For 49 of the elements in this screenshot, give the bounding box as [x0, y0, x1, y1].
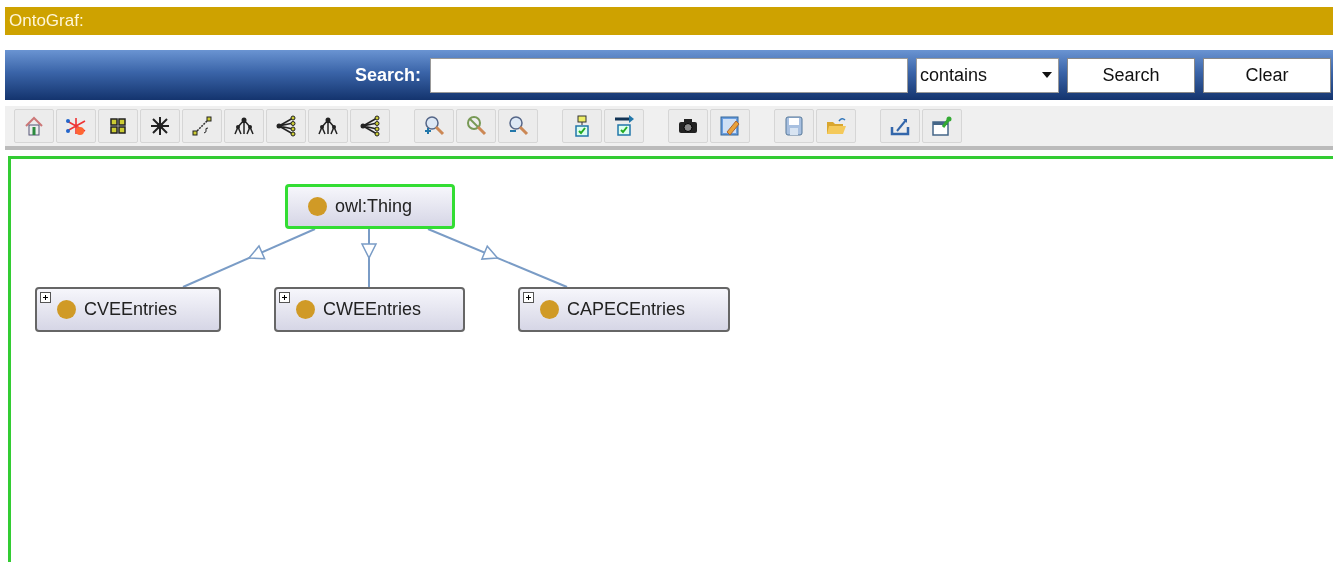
expand-icon[interactable] — [40, 292, 51, 303]
class-node[interactable]: CAPECEntries — [518, 287, 730, 332]
sideways-tree-icon — [275, 115, 297, 137]
class-dot-icon — [308, 197, 327, 216]
edit-icon — [719, 115, 741, 137]
class-dot-icon — [296, 300, 315, 319]
inheritance-edge — [360, 228, 378, 288]
class-label: CWEEntries — [323, 299, 421, 320]
match-dropdown[interactable]: contains — [916, 57, 1059, 93]
home-icon — [23, 115, 45, 137]
class-dot-icon — [57, 300, 76, 319]
toolbar-button[interactable] — [604, 109, 644, 143]
search-label: Search: — [353, 64, 421, 86]
class-label: CVEEntries — [84, 299, 178, 320]
diagonal-link-icon — [191, 115, 213, 137]
class-node[interactable]: CWEEntries — [274, 287, 465, 332]
caret-icon — [1042, 72, 1052, 78]
toolbar-button[interactable] — [140, 109, 180, 143]
window-title: OntoGraf: — [8, 10, 84, 32]
class-label: CAPECEntries — [567, 299, 686, 320]
toolbar-button[interactable] — [266, 109, 306, 143]
toolbar-button[interactable] — [350, 109, 390, 143]
toolbar-button[interactable] — [308, 109, 348, 143]
class-dot-icon — [540, 300, 559, 319]
expand-icon[interactable] — [523, 292, 534, 303]
class-node[interactable]: CVEEntries — [35, 287, 221, 332]
class-node[interactable]: owl:Thing — [285, 184, 455, 229]
zoom-reset-icon — [465, 115, 487, 137]
folder-icon — [825, 115, 847, 137]
zoom-out-icon — [507, 115, 529, 137]
grid-icon — [107, 115, 129, 137]
sideways-tree-icon — [359, 115, 381, 137]
toolbar-button[interactable] — [668, 109, 708, 143]
network-icon — [65, 115, 87, 137]
expand-icon[interactable] — [279, 292, 290, 303]
toolbar-button[interactable] — [98, 109, 138, 143]
radial-icon — [149, 115, 171, 137]
toolbar-button[interactable] — [922, 109, 962, 143]
search-field[interactable] — [430, 57, 908, 93]
clear-button[interactable]: Clear — [1203, 57, 1331, 93]
toolbar-button[interactable] — [224, 109, 264, 143]
tree-icon — [233, 115, 255, 137]
zoom-in-icon — [423, 115, 445, 137]
pin-icon — [931, 115, 953, 137]
tree-icon — [317, 115, 339, 137]
class-label: owl:Thing — [335, 196, 413, 217]
arrow-checkbox-icon — [613, 115, 635, 137]
save-icon — [783, 115, 805, 137]
search-button[interactable]: Search — [1067, 57, 1195, 93]
